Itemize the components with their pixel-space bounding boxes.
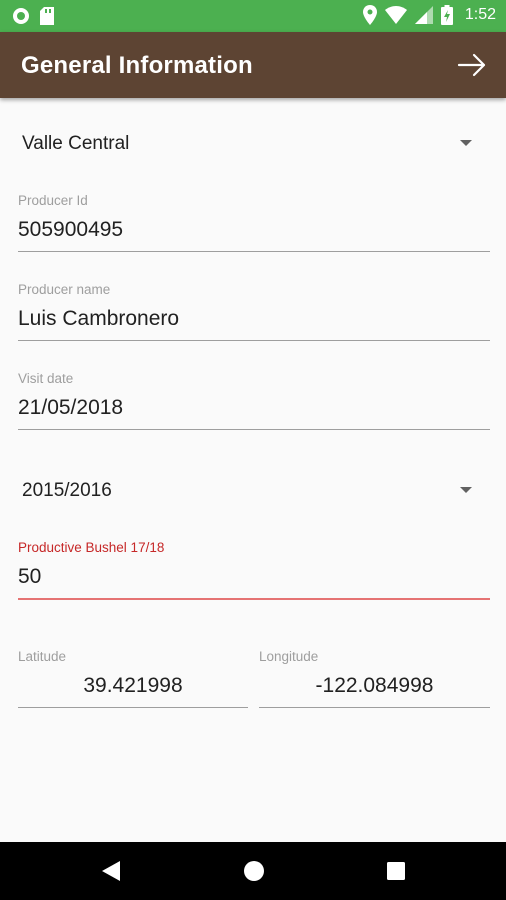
latitude-field: Latitude	[18, 649, 248, 709]
producer-id-input[interactable]	[18, 213, 490, 247]
circle-app-icon	[13, 8, 29, 24]
producer-name-input[interactable]	[18, 302, 490, 336]
navigation-bar	[0, 842, 506, 900]
producer-id-field: Producer Id	[18, 193, 490, 253]
longitude-field: Longitude	[259, 649, 490, 709]
productive-bushel-field: Productive Bushel 17/18	[18, 540, 490, 600]
battery-icon	[440, 5, 453, 25]
latitude-label: Latitude	[18, 649, 67, 664]
producer-id-underline	[18, 251, 490, 252]
dropdown-arrow-icon	[460, 140, 472, 146]
visit-date-label: Visit date	[18, 371, 74, 386]
productive-bushel-input[interactable]	[18, 560, 490, 594]
latitude-input[interactable]	[18, 669, 248, 703]
season-select[interactable]: 2015/2016	[18, 468, 490, 512]
recents-button[interactable]	[385, 859, 407, 888]
visit-date-field: Visit date	[18, 371, 490, 431]
home-icon	[244, 861, 264, 881]
longitude-label: Longitude	[259, 649, 319, 664]
latitude-underline	[18, 707, 248, 708]
back-button[interactable]	[100, 859, 122, 888]
producer-name-label: Producer name	[18, 282, 111, 297]
visit-date-input[interactable]	[18, 391, 490, 425]
status-bar-left	[12, 7, 54, 25]
status-bar: 1:52	[0, 0, 506, 32]
back-icon	[102, 861, 120, 881]
producer-id-label: Producer Id	[18, 193, 88, 208]
season-select-value: 2015/2016	[22, 480, 112, 501]
longitude-underline	[259, 707, 490, 708]
page-title: General Information	[21, 52, 253, 79]
producer-name-field: Producer name	[18, 282, 490, 342]
producer-name-underline	[18, 340, 490, 341]
dropdown-arrow-icon	[460, 487, 472, 493]
location-icon	[362, 5, 377, 25]
home-button[interactable]	[242, 859, 266, 888]
productive-bushel-label: Productive Bushel 17/18	[18, 540, 165, 555]
longitude-input[interactable]	[259, 669, 490, 703]
recents-icon	[387, 862, 405, 880]
region-select[interactable]: Valle Central	[18, 121, 490, 165]
wifi-icon	[384, 6, 407, 24]
region-select-value: Valle Central	[22, 133, 130, 154]
arrow-forward-icon	[457, 53, 486, 77]
status-bar-right: 1:52	[362, 5, 496, 25]
status-time: 1:52	[464, 6, 496, 23]
app-bar: General Information	[0, 32, 506, 98]
signal-icon	[414, 6, 433, 24]
visit-date-underline	[18, 429, 490, 430]
next-button[interactable]	[456, 50, 488, 80]
productive-bushel-underline	[18, 598, 490, 600]
sd-card-icon	[40, 7, 54, 25]
